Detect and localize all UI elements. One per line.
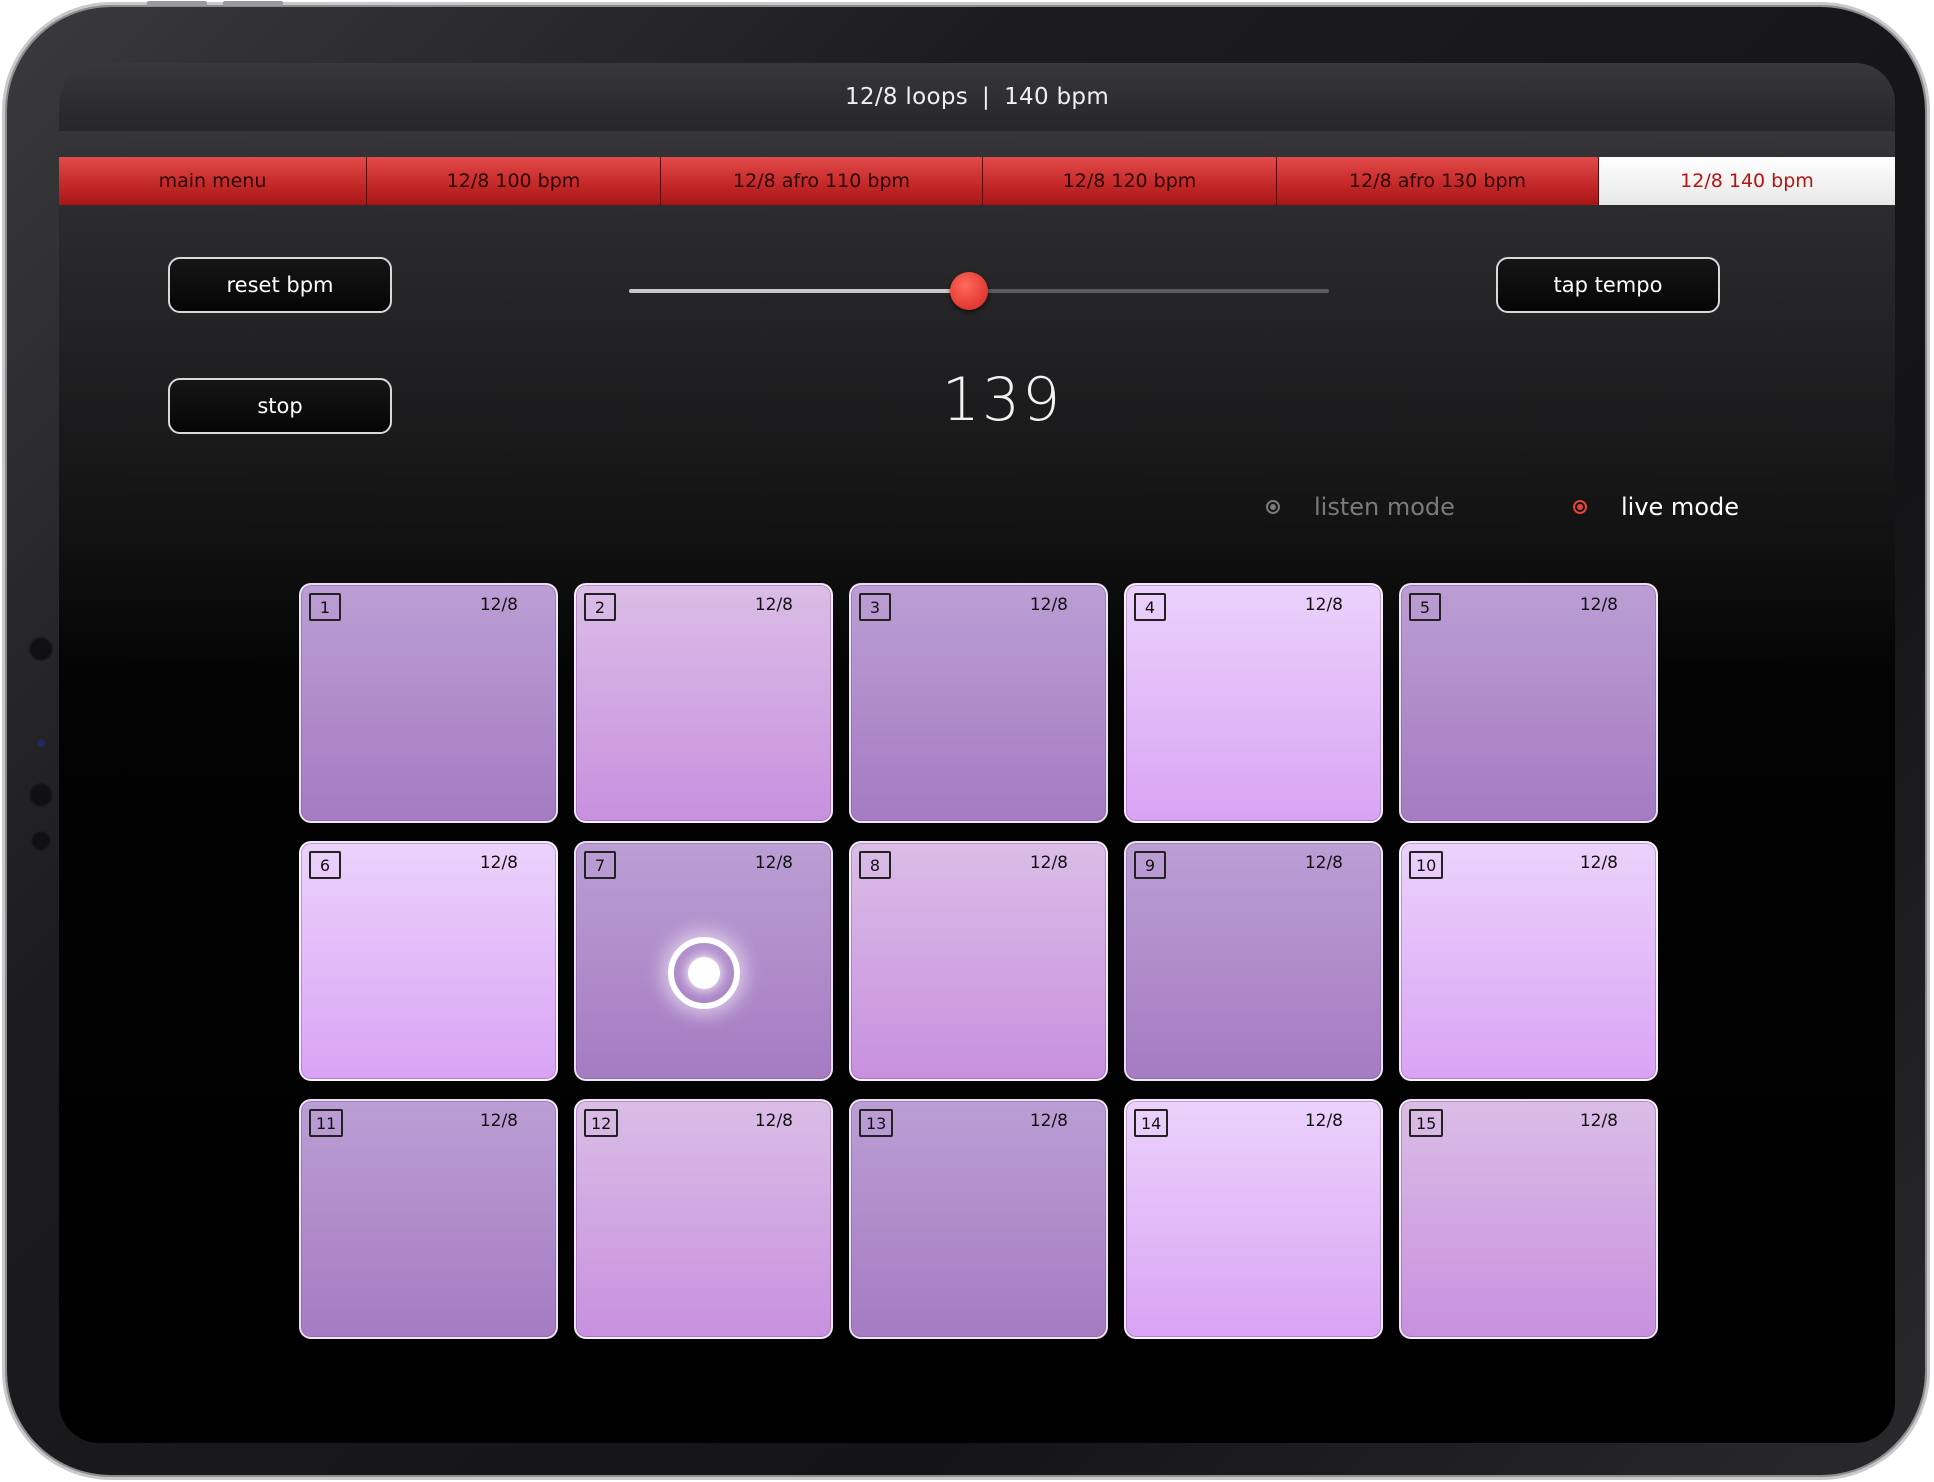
- pad-number: 3: [859, 593, 891, 621]
- pad-number: 8: [859, 851, 891, 879]
- pad-time-signature: 12/8: [1579, 595, 1618, 615]
- pad-number: 15: [1409, 1109, 1444, 1137]
- pad-number: 14: [1134, 1109, 1169, 1137]
- pad-number: 6: [309, 851, 341, 879]
- top-button: [147, 1, 207, 6]
- loop-pad-12[interactable]: 12 12/8: [574, 1099, 833, 1339]
- navigation-bar: 12/8 loops | 140 bpm: [59, 63, 1895, 131]
- loop-pad-9[interactable]: 9 12/8: [1124, 841, 1383, 1081]
- tab-12-8-100-bpm[interactable]: 12/8 100 bpm: [367, 157, 661, 205]
- tab-12-8-afro-110-bpm[interactable]: 12/8 afro 110 bpm: [661, 157, 983, 205]
- loop-pad-6[interactable]: 6 12/8: [299, 841, 558, 1081]
- tablet-frame: 12/8 loops | 140 bpm main menu 12/8 100 …: [7, 1, 1925, 1475]
- loop-pad-11[interactable]: 11 12/8: [299, 1099, 558, 1339]
- loop-pad-5[interactable]: 5 12/8: [1399, 583, 1658, 823]
- camera-sensor: [31, 831, 51, 851]
- loop-pad-10[interactable]: 10 12/8: [1399, 841, 1658, 1081]
- loop-pad-8[interactable]: 8 12/8: [849, 841, 1108, 1081]
- playing-indicator-icon: [667, 937, 740, 1009]
- bpm-slider[interactable]: [629, 272, 1329, 310]
- bpm-slider-fill: [629, 289, 969, 293]
- pad-time-signature: 12/8: [1579, 853, 1618, 873]
- pad-time-signature: 12/8: [754, 853, 793, 873]
- page-title: 12/8 loops: [844, 84, 969, 110]
- pad-time-signature: 12/8: [1029, 853, 1068, 873]
- pad-time-signature: 12/8: [754, 595, 793, 615]
- top-button: [223, 1, 283, 6]
- tab-12-8-120-bpm[interactable]: 12/8 120 bpm: [983, 157, 1277, 205]
- pad-time-signature: 12/8: [1029, 595, 1068, 615]
- camera-sensor: [29, 783, 53, 807]
- title-separator: |: [982, 84, 991, 110]
- pad-time-signature: 12/8: [479, 1111, 518, 1131]
- tab-12-8-140-bpm[interactable]: 12/8 140 bpm: [1599, 157, 1895, 205]
- loop-pad-2[interactable]: 2 12/8: [574, 583, 833, 823]
- pad-number: 2: [584, 593, 616, 621]
- loop-pad-14[interactable]: 14 12/8: [1124, 1099, 1383, 1339]
- pad-number: 12: [584, 1109, 619, 1137]
- pad-number: 4: [1134, 593, 1166, 621]
- loop-pad-4[interactable]: 4 12/8: [1124, 583, 1383, 823]
- live-mode-label: live mode: [1621, 493, 1739, 521]
- pad-time-signature: 12/8: [479, 853, 518, 873]
- reset-bpm-button[interactable]: reset bpm: [168, 257, 392, 313]
- tab-main-menu[interactable]: main menu: [59, 157, 367, 205]
- listen-mode-label: listen mode: [1314, 493, 1455, 521]
- tab-12-8-afro-130-bpm[interactable]: 12/8 afro 130 bpm: [1277, 157, 1599, 205]
- app-screen: 12/8 loops | 140 bpm main menu 12/8 100 …: [59, 63, 1895, 1443]
- camera-lens: [37, 739, 45, 747]
- pad-number: 10: [1409, 851, 1444, 879]
- loop-pad-15[interactable]: 15 12/8: [1399, 1099, 1658, 1339]
- loop-pad-13[interactable]: 13 12/8: [849, 1099, 1108, 1339]
- camera-sensor: [29, 637, 53, 661]
- pad-number: 13: [859, 1109, 894, 1137]
- pad-number: 1: [309, 593, 341, 621]
- radio-selected-icon: [1573, 500, 1587, 514]
- live-mode-option[interactable]: live mode: [1573, 493, 1739, 521]
- bpm-slider-thumb[interactable]: [949, 272, 988, 310]
- pad-time-signature: 12/8: [1304, 853, 1343, 873]
- pad-time-signature: 12/8: [479, 595, 518, 615]
- loop-pad-grid: 1 12/8 2 12/8 3 12/8 4 12/8 5 12/8 6 12/8 7 12/8 8 12/8…: [299, 583, 1659, 1339]
- pad-time-signature: 12/8: [1029, 1111, 1068, 1131]
- loop-pad-3[interactable]: 3 12/8: [849, 583, 1108, 823]
- pad-time-signature: 12/8: [754, 1111, 793, 1131]
- pad-number: 5: [1409, 593, 1441, 621]
- radio-icon: [1266, 500, 1280, 514]
- pad-time-signature: 12/8: [1579, 1111, 1618, 1131]
- loop-pad-1[interactable]: 1 12/8: [299, 583, 558, 823]
- loop-pad-7[interactable]: 7 12/8: [574, 841, 833, 1081]
- pad-number: 11: [309, 1109, 344, 1137]
- page-subtitle: 140 bpm: [1004, 84, 1110, 110]
- pad-time-signature: 12/8: [1304, 1111, 1343, 1131]
- pad-number: 9: [1134, 851, 1166, 879]
- bpm-readout: 139: [941, 365, 1063, 435]
- pad-number: 7: [584, 851, 616, 879]
- pad-time-signature: 12/8: [1304, 595, 1343, 615]
- tab-bar: main menu 12/8 100 bpm 12/8 afro 110 bpm…: [59, 157, 1895, 205]
- listen-mode-option[interactable]: listen mode: [1266, 493, 1455, 521]
- tap-tempo-button[interactable]: tap tempo: [1496, 257, 1720, 313]
